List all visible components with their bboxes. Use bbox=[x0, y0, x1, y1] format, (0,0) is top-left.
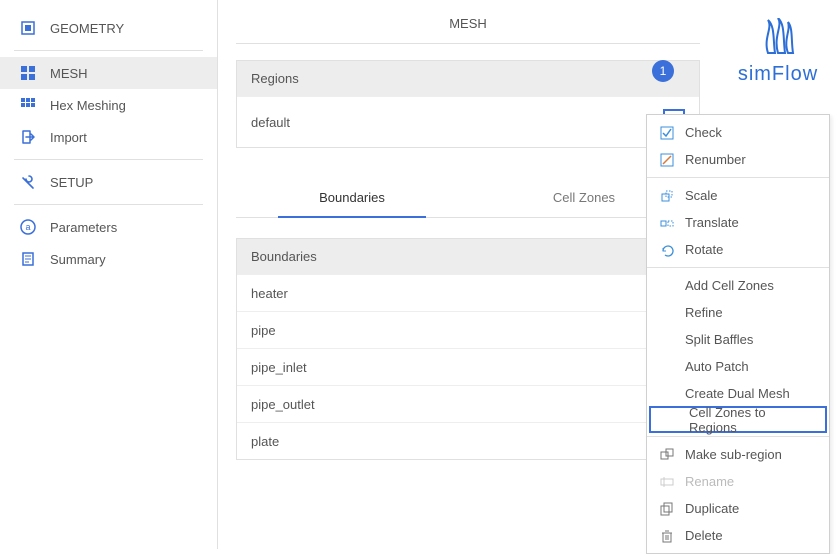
menu-split-baffles[interactable]: Split Baffles bbox=[647, 326, 829, 353]
sidebar-item-summary[interactable]: Summary bbox=[0, 243, 217, 275]
translate-icon bbox=[659, 215, 675, 231]
menu-auto-patch[interactable]: Auto Patch bbox=[647, 353, 829, 380]
menu-make-sub-region[interactable]: Make sub-region bbox=[647, 441, 829, 468]
sidebar-label: Parameters bbox=[50, 220, 117, 235]
boundary-name: pipe_outlet bbox=[251, 397, 635, 412]
import-icon bbox=[20, 129, 36, 145]
menu-renumber[interactable]: Renumber bbox=[647, 146, 829, 173]
boundary-name: plate bbox=[251, 434, 635, 449]
menu-rotate[interactable]: Rotate bbox=[647, 236, 829, 263]
scale-icon bbox=[659, 188, 675, 204]
svg-text:a: a bbox=[25, 222, 30, 232]
rotate-icon bbox=[659, 242, 675, 258]
mesh-icon bbox=[20, 65, 36, 81]
boundary-name: heater bbox=[251, 286, 635, 301]
boundaries-header: Boundaries bbox=[237, 239, 699, 274]
menu-scale[interactable]: Scale bbox=[647, 182, 829, 209]
boundary-name: pipe_inlet bbox=[251, 360, 635, 375]
sidebar-item-parameters[interactable]: a Parameters bbox=[0, 211, 217, 243]
duplicate-icon bbox=[659, 501, 675, 517]
boundary-row[interactable]: plate ⌄ bbox=[237, 422, 699, 459]
rename-icon bbox=[659, 474, 675, 490]
menu-create-dual-mesh[interactable]: Create Dual Mesh bbox=[647, 380, 829, 407]
sidebar-item-mesh[interactable]: MESH bbox=[0, 57, 217, 89]
boundary-row[interactable]: heater ⌄ bbox=[237, 274, 699, 311]
boundary-row[interactable]: pipe ⌄ bbox=[237, 311, 699, 348]
setup-icon bbox=[20, 174, 36, 190]
parameters-icon: a bbox=[20, 219, 36, 235]
annotation-marker-1: 1 bbox=[652, 60, 674, 82]
sidebar-label: SETUP bbox=[50, 175, 93, 190]
page-title: MESH bbox=[236, 0, 700, 44]
boundary-name: pipe bbox=[251, 323, 635, 338]
sidebar-label: Import bbox=[50, 130, 87, 145]
tab-boundaries[interactable]: Boundaries bbox=[236, 176, 468, 217]
menu-rename: Rename bbox=[647, 468, 829, 495]
simflow-flame-icon bbox=[753, 18, 803, 58]
logo-text: simFlow bbox=[718, 63, 838, 86]
menu-refine[interactable]: Refine bbox=[647, 299, 829, 326]
geometry-icon bbox=[20, 20, 36, 36]
main-panel: MESH 1 Regions default Boundaries Cell Z… bbox=[218, 0, 718, 549]
sidebar-item-hex-meshing[interactable]: Hex Meshing bbox=[0, 89, 217, 121]
menu-cell-zones-to-regions[interactable]: Cell Zones to Regions bbox=[649, 406, 827, 433]
sidebar-item-import[interactable]: Import bbox=[0, 121, 217, 153]
sidebar-label: MESH bbox=[50, 66, 88, 81]
regions-header: Regions bbox=[237, 61, 699, 96]
tabs: Boundaries Cell Zones bbox=[236, 176, 700, 218]
sub-region-icon bbox=[659, 447, 675, 463]
summary-icon bbox=[20, 251, 36, 267]
sidebar-label: Summary bbox=[50, 252, 106, 267]
boundary-row[interactable]: pipe_outlet ⌄ bbox=[237, 385, 699, 422]
menu-check[interactable]: Check bbox=[647, 119, 829, 146]
sidebar: GEOMETRY MESH Hex Meshing Import bbox=[0, 0, 218, 549]
sidebar-item-setup[interactable]: SETUP bbox=[0, 166, 217, 198]
check-icon bbox=[659, 125, 675, 141]
renumber-icon bbox=[659, 152, 675, 168]
sidebar-item-geometry[interactable]: GEOMETRY bbox=[0, 12, 217, 44]
sidebar-label: GEOMETRY bbox=[50, 21, 124, 36]
sidebar-label: Hex Meshing bbox=[50, 98, 126, 113]
boundaries-panel: Boundaries heater ⌄ pipe ⌄ pipe_inlet ⌄ … bbox=[236, 238, 700, 460]
menu-delete[interactable]: Delete bbox=[647, 522, 829, 549]
menu-translate[interactable]: Translate bbox=[647, 209, 829, 236]
regions-panel: Regions default bbox=[236, 60, 700, 148]
menu-duplicate[interactable]: Duplicate bbox=[647, 495, 829, 522]
hex-meshing-icon bbox=[20, 97, 36, 113]
delete-icon bbox=[659, 528, 675, 544]
region-row[interactable]: default bbox=[237, 96, 699, 147]
region-name: default bbox=[251, 115, 290, 130]
menu-add-cell-zones[interactable]: Add Cell Zones bbox=[647, 272, 829, 299]
boundary-row[interactable]: pipe_inlet ⌄ bbox=[237, 348, 699, 385]
region-context-menu: Check Renumber Scale Translate Rotate Ad… bbox=[646, 114, 830, 554]
